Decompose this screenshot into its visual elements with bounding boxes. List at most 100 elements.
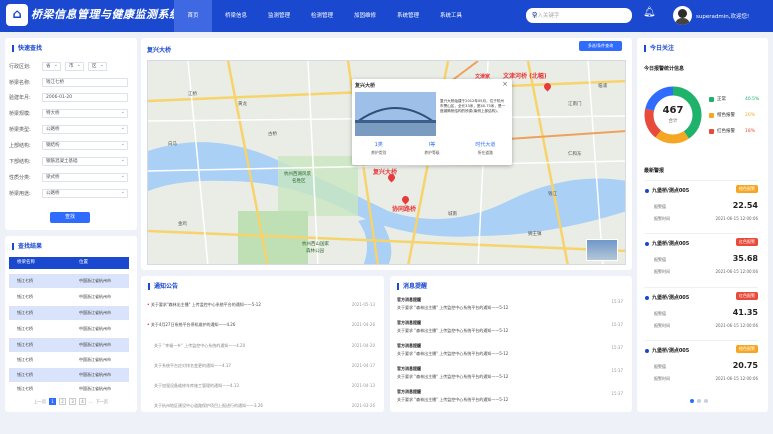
table-row[interactable]: 钱江七桥 中国浙江省杭州市 bbox=[9, 274, 129, 288]
notice-date: 2021-04-13 bbox=[351, 383, 375, 388]
donut-total: 467 bbox=[662, 105, 684, 116]
bridge-name-input[interactable]: 钱江七桥 bbox=[42, 78, 128, 87]
map-label-linpu: 临浦 bbox=[598, 84, 607, 89]
nav-repair[interactable]: 加固维修 bbox=[346, 0, 384, 32]
legend-swatch bbox=[709, 96, 714, 102]
alarm-value: 41.35 bbox=[732, 308, 758, 317]
alarm-name: 九堡桥/测点005 bbox=[652, 241, 690, 247]
nav-system[interactable]: 系统管理 bbox=[389, 0, 427, 32]
table-row[interactable]: 钱江七桥 中国浙江省杭州市 bbox=[9, 382, 129, 396]
alarm-value-label: 报警值 bbox=[654, 204, 666, 209]
message-item[interactable]: 官方消息提醒 关于要求 "森林出主播" 上传监控中心系统平台的通知——5-12 15… bbox=[397, 343, 625, 357]
row-location: 中国浙江省杭州市 bbox=[79, 278, 111, 283]
nav-home[interactable]: 首页 bbox=[174, 0, 212, 32]
map-thumbnail[interactable] bbox=[586, 239, 618, 261]
upper-structure-select[interactable]: 钢结构 bbox=[42, 141, 128, 150]
message-item[interactable]: 官方消息提醒 关于要求 "森林出主播" 上传监控中心系统平台的通知——5-12 15… bbox=[397, 389, 625, 403]
notice-date: 2021-04-17 bbox=[351, 363, 375, 368]
field-label: 验建年月: bbox=[9, 95, 31, 101]
carousel-dot[interactable] bbox=[704, 399, 708, 403]
legend-orange: 橙色报警 20% bbox=[709, 112, 755, 118]
message-item[interactable]: 官方消息提醒 关于要求 "森林出主播" 上传监控中心系统平台的通知——5-12 15… bbox=[397, 297, 625, 311]
nav-inspection[interactable]: 检测管理 bbox=[303, 0, 341, 32]
alarm-value: 20.75 bbox=[732, 361, 758, 370]
lower-structure-select[interactable]: 钢筋混凝土基础 bbox=[42, 157, 128, 166]
bell-icon[interactable]: 🔔︎ bbox=[643, 7, 656, 18]
prev-page-link[interactable]: 上一页 bbox=[34, 399, 46, 405]
message-time: 15:37 bbox=[611, 391, 623, 396]
find-button[interactable]: 查找 bbox=[50, 212, 90, 223]
alarm-card[interactable]: 九堡桥/测点005 橙色报警 报警值 20.75 报警时间 2021-06-15… bbox=[644, 340, 758, 386]
alarm-time: 2021-06-15 12:00:06 bbox=[715, 216, 758, 221]
notice-item[interactable]: 关于加强设备维修车库施工管理的通知——4.13 2021-04-13 bbox=[147, 383, 377, 393]
alarm-card[interactable]: 九堡桥/测点005 红色报警 报警值 41.35 报警时间 2021-06-15… bbox=[644, 287, 758, 333]
alarm-time-label: 报警时间 bbox=[654, 216, 670, 221]
popup-description: 复兴大桥始建于2012年05月，位于杭州市萧山区，全长33米，宽40.75米，是… bbox=[440, 99, 506, 113]
stat-item: 时代大道 所在道路 bbox=[459, 141, 512, 156]
avatar[interactable] bbox=[673, 6, 692, 25]
page-ellipsis: ... bbox=[89, 399, 93, 404]
page-4[interactable]: 4 bbox=[79, 398, 86, 405]
page-1[interactable]: 1 bbox=[49, 398, 56, 405]
page-3[interactable]: 3 bbox=[69, 398, 76, 405]
top-header: ⌂ 桥梁信息管理与健康监测系统 首页 桥梁信息 监测管理 检测管理 加固维修 系… bbox=[0, 0, 773, 32]
message-text: 关于要求 "森林出主播" 上传监控中心系统平台的通知——5-12 bbox=[397, 305, 509, 310]
notice-item[interactable]: 关于 "幸福一乡" 上传监控中心系统的通知——4.20 2021-04-20 bbox=[147, 343, 377, 353]
region-label: 行政区划: bbox=[9, 64, 31, 70]
table-row[interactable]: 钱江七桥 中国浙江省杭州市 bbox=[9, 290, 129, 304]
app-title: 桥梁信息管理与健康监测系统 bbox=[31, 8, 181, 21]
field-label: 下部结构: bbox=[9, 159, 31, 165]
table-row[interactable]: 钱江七桥 中国浙江省杭州市 bbox=[9, 322, 129, 336]
map-label-shiwei: 狮王镇 bbox=[528, 232, 542, 237]
notice-text-content: 关于 "幸福一乡" 上传监控中心系统的通知——4.20 bbox=[154, 343, 246, 348]
notice-item[interactable]: 关于系统平台应对排名变更的通知——4.17 2021-04-17 bbox=[147, 363, 377, 373]
message-item[interactable]: 官方消息提醒 关于要求 "森林出主播" 上传监控中心系统平台的通知——5-12 15… bbox=[397, 320, 625, 334]
legend-swatch bbox=[709, 128, 714, 134]
usage-select[interactable]: 公路桥 bbox=[42, 189, 128, 198]
next-page-link[interactable]: 下一页 bbox=[96, 399, 108, 405]
field-row: 桥梁规模: 特大桥 bbox=[9, 108, 128, 119]
table-row[interactable]: 钱江七桥 中国浙江省杭州市 bbox=[9, 338, 129, 352]
stat-label: 养护等级 bbox=[424, 150, 440, 155]
stat-value: I等 bbox=[428, 142, 436, 148]
notice-item[interactable]: • 关于要求"森林出主播" 上传监控中心系统平台的通知——5-12 2021-05… bbox=[147, 302, 377, 312]
city-select[interactable]: 市 bbox=[65, 62, 84, 71]
page-2[interactable]: 2 bbox=[59, 398, 66, 405]
legend-label: 正常 bbox=[717, 97, 726, 102]
province-select[interactable]: 省 bbox=[42, 62, 61, 71]
table-row[interactable]: 钱江七桥 中国浙江省杭州市 bbox=[9, 353, 129, 367]
carousel-dot[interactable] bbox=[697, 399, 701, 403]
quick-search-title: 快速查找 bbox=[12, 45, 42, 52]
nav-tools[interactable]: 系统工具 bbox=[432, 0, 470, 32]
notice-item[interactable]: • 关于4月27日系统平台停机维护的通知——4.26 2021-04-26 bbox=[147, 322, 377, 332]
search-input[interactable]: 输入关键字 ⚲ bbox=[526, 8, 632, 23]
legend-swatch bbox=[709, 112, 714, 118]
table-row[interactable]: 钱江七桥 中国浙江省杭州市 bbox=[9, 368, 129, 382]
map-label-gupu: 钱江 bbox=[548, 192, 557, 197]
carousel-dot[interactable] bbox=[690, 399, 694, 403]
search-icon[interactable]: ⚲ bbox=[532, 11, 627, 19]
notice-item[interactable]: 关于杭州地区建设中心道路保护项目上报进行的通知——3.26 2021-03-26 bbox=[147, 403, 377, 413]
multi-query-button[interactable]: 多选/条件查询 bbox=[579, 41, 622, 51]
field-label: 上部结构: bbox=[9, 143, 31, 149]
table-row[interactable]: 钱江七桥 中国浙江省杭州市 bbox=[9, 306, 129, 320]
district-select[interactable]: 区 bbox=[88, 62, 107, 71]
bridge-scale-select[interactable]: 特大桥 bbox=[42, 109, 128, 118]
row-name: 钱江七桥 bbox=[17, 278, 33, 283]
bridge-type-select[interactable]: 公路桥 bbox=[42, 125, 128, 134]
nav-monitor[interactable]: 监测管理 bbox=[260, 0, 298, 32]
close-icon[interactable]: × bbox=[502, 80, 508, 88]
row-location: 中国浙江省杭州市 bbox=[79, 310, 111, 315]
alarm-value: 22.54 bbox=[732, 201, 758, 210]
build-date-input[interactable]: 2006-01-20 bbox=[42, 93, 128, 102]
alarm-card[interactable]: 九堡桥/测点005 红色报警 报警值 35.68 报警时间 2021-06-15… bbox=[644, 233, 758, 279]
message-heading: 官方消息提醒 bbox=[397, 320, 421, 325]
notice-date: 2021-04-20 bbox=[351, 343, 375, 348]
alarm-value-label: 报警值 bbox=[654, 257, 666, 262]
bridge-photo bbox=[355, 92, 436, 136]
alarm-card[interactable]: 九堡桥/测点005 橙色报警 报警值 22.54 报警时间 2021-06-15… bbox=[644, 180, 758, 226]
nature-select[interactable]: 梁式桥 bbox=[42, 173, 128, 182]
nav-bridge-info[interactable]: 桥梁信息 bbox=[217, 0, 255, 32]
message-item[interactable]: 官方消息提醒 关于要求 "森林出主播" 上传监控中心系统平台的通知——5-12 15… bbox=[397, 366, 625, 380]
stat-item: I等养护等级 bbox=[405, 141, 458, 156]
